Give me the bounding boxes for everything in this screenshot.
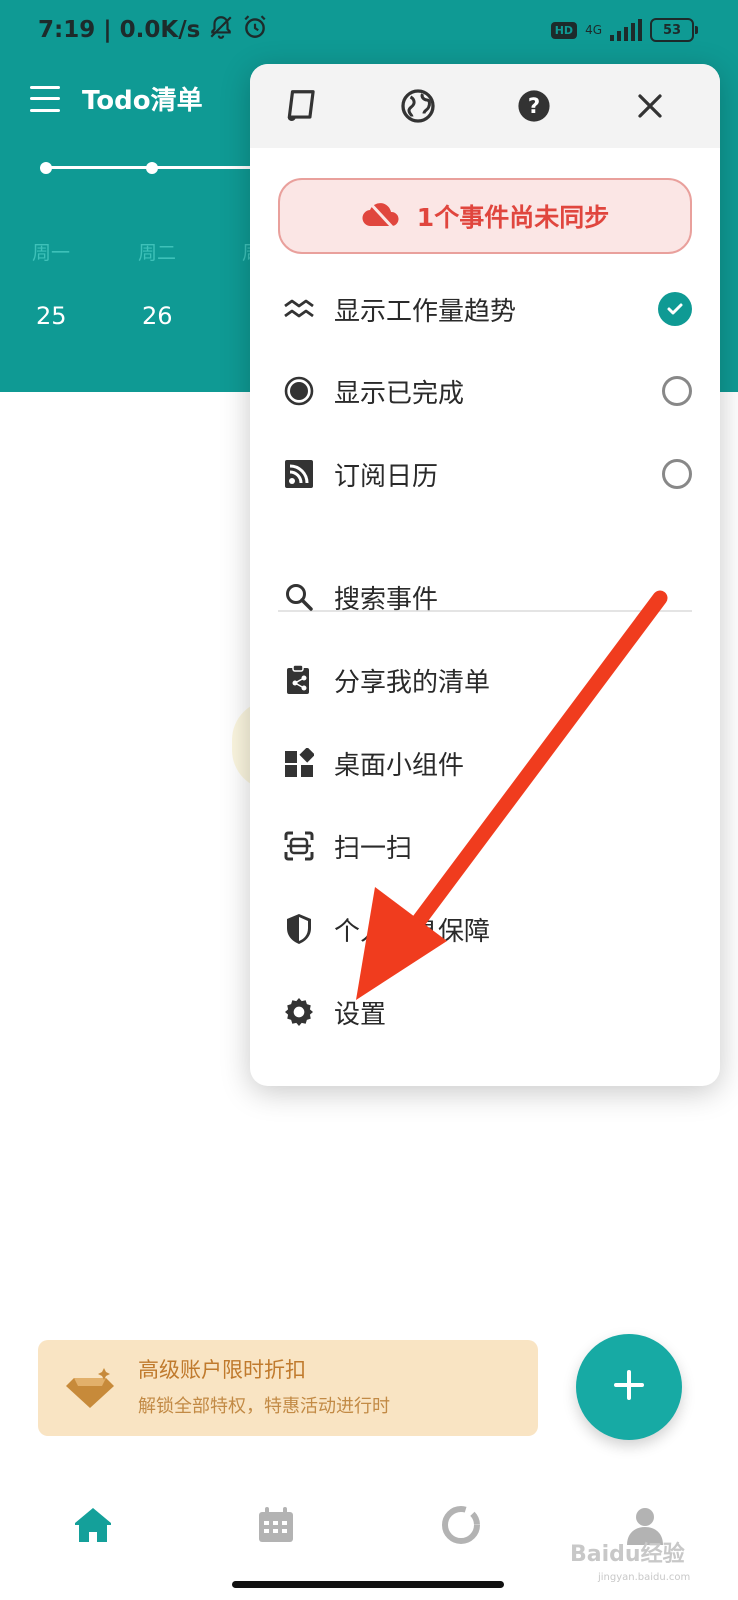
signal-icon	[610, 19, 642, 41]
watermark-url: jingyan.baidu.com	[598, 1572, 691, 1583]
plus-icon	[612, 1368, 646, 1406]
menu-item-label: 扫一扫	[334, 833, 413, 864]
menu-item-label: 桌面小组件	[334, 750, 465, 781]
menu-toolbar: ?	[250, 64, 720, 148]
add-task-button[interactable]	[576, 1334, 682, 1440]
promo-title: 高级账户限时折扣	[138, 1358, 306, 1382]
day-number[interactable]: 26	[142, 302, 173, 330]
scan-icon	[282, 829, 316, 863]
bell-off-icon	[208, 14, 234, 46]
trend-point	[40, 162, 52, 174]
network-type: 4G	[585, 23, 602, 37]
sync-warning-text: 1个事件尚未同步	[416, 203, 610, 232]
menu-item-label: 分享我的清单	[334, 667, 491, 698]
cloud-off-icon	[361, 198, 401, 234]
status-right: HD 4G 53	[550, 18, 698, 42]
hamburger-menu-icon[interactable]	[30, 85, 60, 112]
notes-icon[interactable]	[280, 84, 324, 128]
help-icon[interactable]: ?	[512, 84, 556, 128]
globe-icon[interactable]	[396, 84, 440, 128]
calendar-icon[interactable]	[251, 1500, 301, 1550]
weekday-label: 周二	[138, 242, 177, 264]
completed-dot-icon	[282, 374, 316, 408]
promo-subtitle: 解锁全部特权，特惠活动进行时	[138, 1396, 390, 1417]
weekday-label: 周	[242, 238, 250, 265]
toggle-show-completed[interactable]: 显示已完成	[250, 356, 720, 426]
workload-trend-icon	[282, 292, 316, 326]
menu-item-label: 搜索事件	[334, 584, 439, 615]
battery-icon: 53	[650, 18, 698, 42]
rss-icon	[282, 457, 316, 491]
status-time: 7:19 | 0.0K/s	[38, 17, 201, 43]
unchecked-radio-icon[interactable]	[662, 376, 692, 406]
menu-item-share-list[interactable]: 分享我的清单	[250, 645, 720, 715]
menu-item-label: 订阅日历	[334, 461, 439, 492]
alarm-icon	[242, 14, 268, 46]
menu-item-label: 设置	[334, 999, 387, 1030]
home-indicator[interactable]	[232, 1581, 504, 1588]
app-bar: Todo清单	[30, 80, 203, 117]
workload-trend-line	[40, 162, 260, 174]
menu-item-search[interactable]: 搜索事件	[250, 562, 720, 632]
menu-item-label: 个人信息保障	[334, 916, 491, 947]
privacy-shield-icon	[282, 912, 316, 946]
toggle-subscribe-calendar[interactable]: 订阅日历	[250, 439, 720, 509]
share-list-icon	[282, 663, 316, 697]
toggle-workload-trend[interactable]: 显示工作量趋势	[250, 274, 720, 344]
premium-promo-banner[interactable]: 高级账户限时折扣 解锁全部特权，特惠活动进行时	[38, 1340, 538, 1436]
trend-point	[146, 162, 158, 174]
unchecked-radio-icon[interactable]	[662, 459, 692, 489]
watermark-logo: Baidu经验	[570, 1542, 685, 1567]
battery-level: 53	[662, 22, 682, 38]
svg-text:?: ?	[528, 94, 540, 119]
menu-item-label: 显示工作量趋势	[334, 296, 517, 327]
diamond-icon	[64, 1366, 116, 1414]
gear-icon	[282, 995, 316, 1029]
menu-item-label: 显示已完成	[334, 378, 465, 409]
menu-item-widgets[interactable]: 桌面小组件	[250, 728, 720, 798]
sync-warning-button[interactable]: 1个事件尚未同步	[278, 178, 692, 254]
app-title: Todo清单	[82, 86, 203, 116]
menu-item-settings[interactable]: 设置	[250, 977, 720, 1047]
stats-ring-icon[interactable]	[436, 1500, 486, 1550]
checked-icon[interactable]	[658, 292, 692, 326]
home-icon[interactable]	[68, 1500, 118, 1550]
menu-item-scan[interactable]: 扫一扫	[250, 811, 720, 881]
status-bar: 7:19 | 0.0K/s HD 4G 53	[0, 0, 738, 64]
close-icon[interactable]	[628, 84, 672, 128]
search-icon	[282, 580, 316, 614]
day-number[interactable]: 25	[36, 302, 67, 330]
hd-badge: HD	[550, 21, 578, 39]
widgets-icon	[282, 746, 316, 780]
status-left: 7:19 | 0.0K/s	[38, 14, 268, 46]
menu-item-privacy[interactable]: 个人信息保障	[250, 894, 720, 964]
weekday-label: 周一	[32, 242, 71, 264]
overflow-menu: ? 1个事件尚未同步 显示工作量趋势 显示已完成 订阅日历 搜索事件 分享我的清…	[250, 64, 720, 1086]
